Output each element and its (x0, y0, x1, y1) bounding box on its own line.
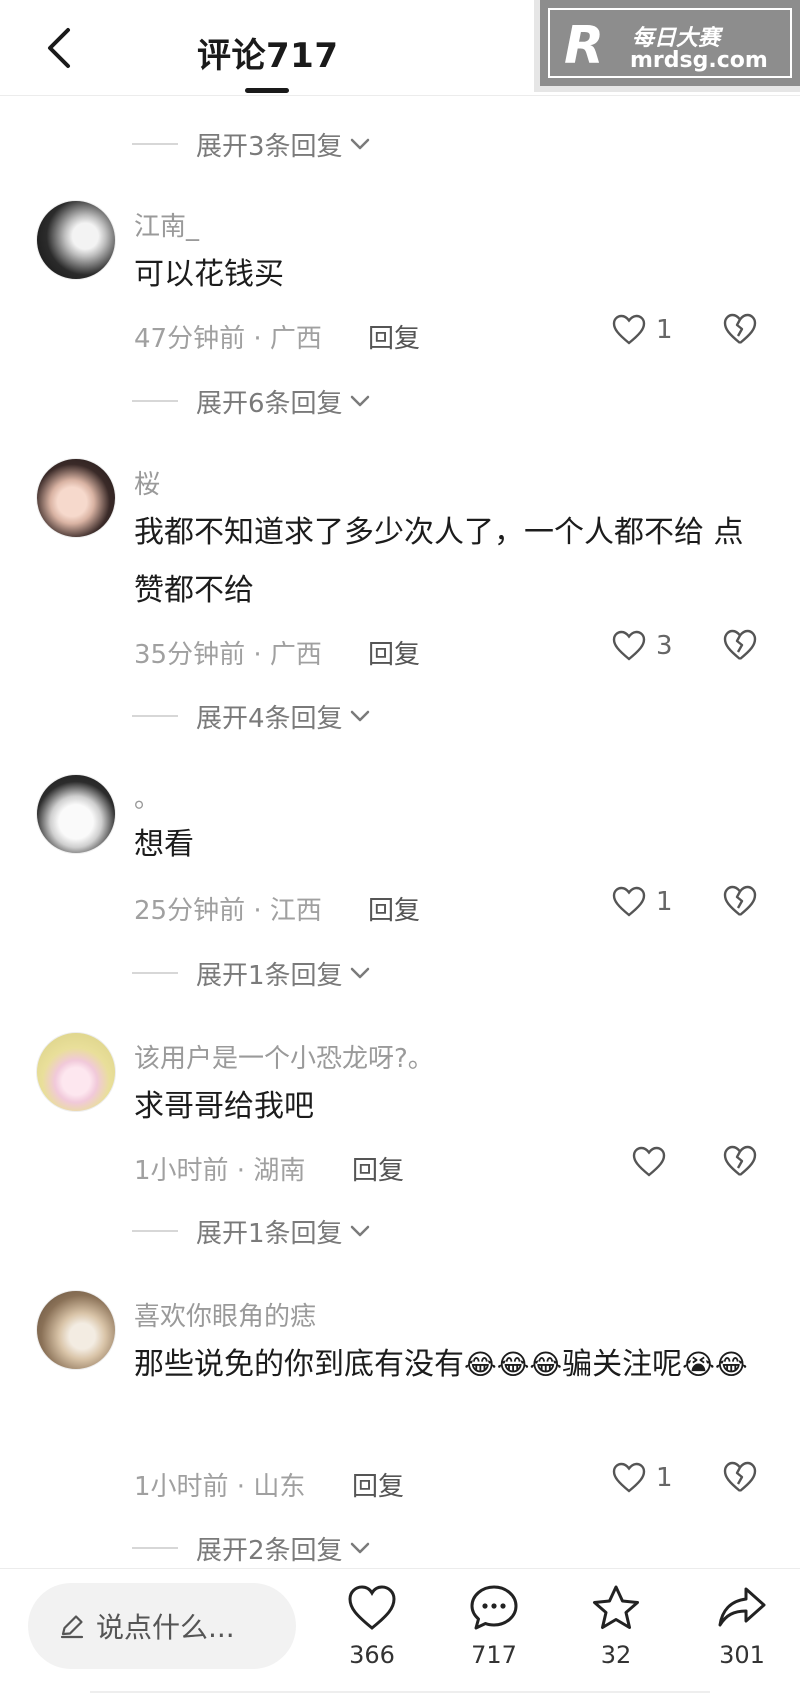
expand-replies-label: 展开3条回复 (196, 131, 343, 162)
share-arrow-icon (718, 1587, 766, 1627)
like-count: 366 (349, 1641, 395, 1669)
broken-heart-icon[interactable] (722, 1144, 758, 1178)
expand-replies-button[interactable]: 展开6条回复 (132, 383, 371, 419)
comment-text: 那些说免的你到底有没有😂😂😂骗关注呢😭😂 (134, 1336, 754, 1394)
like-count: 1 (656, 887, 673, 917)
divider-line (132, 972, 178, 974)
avatar[interactable] (36, 1032, 116, 1112)
expand-replies-button[interactable]: 展开1条回复 (132, 1213, 371, 1249)
comment-text: 求哥哥给我吧 (134, 1089, 314, 1124)
like-button[interactable]: 3 (612, 630, 673, 662)
expand-replies-button[interactable]: 展开2条回复 (132, 1530, 371, 1566)
comment-text: 想看 (134, 827, 194, 862)
broken-heart-icon[interactable] (722, 312, 758, 346)
chevron-down-icon (350, 1542, 369, 1554)
crying-emoji: 😭😂 (682, 1348, 748, 1381)
reply-button[interactable]: 回复 (368, 634, 420, 671)
favorite-action-button[interactable]: 32 (576, 1583, 656, 1669)
chevron-down-icon (350, 1225, 369, 1237)
chevron-down-icon (350, 710, 369, 722)
reply-button[interactable]: 回复 (352, 1466, 404, 1503)
like-count: 1 (656, 1463, 673, 1493)
watermark-frame: R 每日大赛 mrdsg.com (548, 8, 792, 78)
like-count: 1 (656, 315, 673, 345)
reply-button[interactable]: 回复 (368, 890, 420, 927)
comment-input[interactable]: 说点什么... (28, 1583, 296, 1669)
avatar[interactable] (36, 458, 116, 538)
expand-replies-label: 展开2条回复 (196, 1535, 343, 1566)
comment-text-part: 骗关注呢 (562, 1347, 683, 1382)
avatar[interactable] (36, 774, 116, 854)
comment-username[interactable]: 该用户是一个小恐龙呀?。 (134, 1038, 434, 1075)
comment-username[interactable]: 。 (134, 778, 160, 815)
comment-username[interactable]: 喜欢你眼角的痣 (134, 1296, 316, 1333)
comment-meta: 25分钟前 · 江西 (134, 896, 322, 926)
comment-action-button[interactable]: 717 (454, 1583, 534, 1669)
home-indicator (90, 1691, 710, 1697)
expand-replies-label: 展开6条回复 (196, 388, 343, 419)
reply-button[interactable]: 回复 (352, 1150, 404, 1187)
heart-icon (612, 314, 646, 345)
chevron-down-icon (350, 395, 369, 407)
comment-meta: 1小时前 · 山东 (134, 1472, 306, 1502)
comment-count: 717 (471, 1641, 517, 1669)
like-button[interactable] (632, 1146, 666, 1178)
chevron-down-icon (350, 967, 369, 979)
avatar[interactable] (36, 200, 116, 280)
like-button[interactable]: 1 (612, 314, 673, 346)
expand-replies-button[interactable]: 展开1条回复 (132, 955, 371, 991)
broken-heart-icon[interactable] (722, 884, 758, 918)
divider-line (132, 1230, 178, 1232)
watermark-url: mrdsg.com (630, 48, 768, 73)
heart-icon (348, 1585, 396, 1630)
share-action-button[interactable]: 301 (702, 1583, 782, 1669)
share-count: 301 (719, 1641, 765, 1669)
comment-username[interactable]: 江南_ (134, 206, 199, 243)
comment-input-placeholder: 说点什么... (96, 1611, 235, 1644)
page-title: 评论717 (197, 36, 339, 76)
star-icon (593, 1585, 639, 1629)
like-button[interactable]: 1 (612, 886, 673, 918)
divider-line (132, 143, 178, 145)
expand-replies-label: 展开1条回复 (196, 960, 343, 991)
broken-heart-icon[interactable] (722, 1460, 758, 1494)
chevron-left-icon (48, 28, 70, 68)
divider-line (132, 1547, 178, 1549)
favorite-count: 32 (600, 1641, 632, 1669)
watermark-logo: R (564, 16, 605, 76)
divider-line (132, 715, 178, 717)
heart-icon (612, 1462, 646, 1493)
chat-bubble-icon (470, 1585, 518, 1630)
site-watermark: R 每日大赛 mrdsg.com (534, 0, 800, 92)
avatar[interactable] (36, 1290, 116, 1370)
comment-meta: 35分钟前 · 广西 (134, 640, 322, 670)
expand-replies-button[interactable]: 展开4条回复 (132, 698, 371, 734)
heart-icon (612, 630, 646, 661)
like-action-button[interactable]: 366 (332, 1583, 412, 1669)
heart-icon (612, 886, 646, 917)
heart-icon (632, 1146, 666, 1177)
comment-text-part: 那些说免的你到底有没有 (134, 1347, 464, 1382)
expand-replies-button[interactable]: 展开3条回复 (132, 126, 371, 162)
comment-meta: 1小时前 · 湖南 (134, 1156, 306, 1186)
like-count: 3 (656, 631, 673, 661)
pencil-icon (60, 1615, 84, 1639)
comment-meta: 47分钟前 · 广西 (134, 324, 322, 354)
expand-replies-label: 展开4条回复 (196, 703, 343, 734)
broken-heart-icon[interactable] (722, 628, 758, 662)
back-button[interactable] (40, 22, 80, 74)
comment-text: 可以花钱买 (134, 257, 284, 292)
title-active-indicator (245, 88, 289, 93)
comment-text: 我都不知道求了多少次人了，一个人都不给 点赞都不给 (134, 515, 744, 608)
expand-replies-label: 展开1条回复 (196, 1218, 343, 1249)
bottom-action-bar: 说点什么... 366 717 32 301 (0, 1568, 800, 1701)
comment-username[interactable]: 桜 (134, 464, 160, 501)
like-button[interactable]: 1 (612, 1462, 673, 1494)
chevron-down-icon (350, 138, 369, 150)
reply-button[interactable]: 回复 (368, 318, 420, 355)
laughing-crying-emoji: 😂😂😂 (464, 1348, 563, 1381)
divider-line (132, 400, 178, 402)
